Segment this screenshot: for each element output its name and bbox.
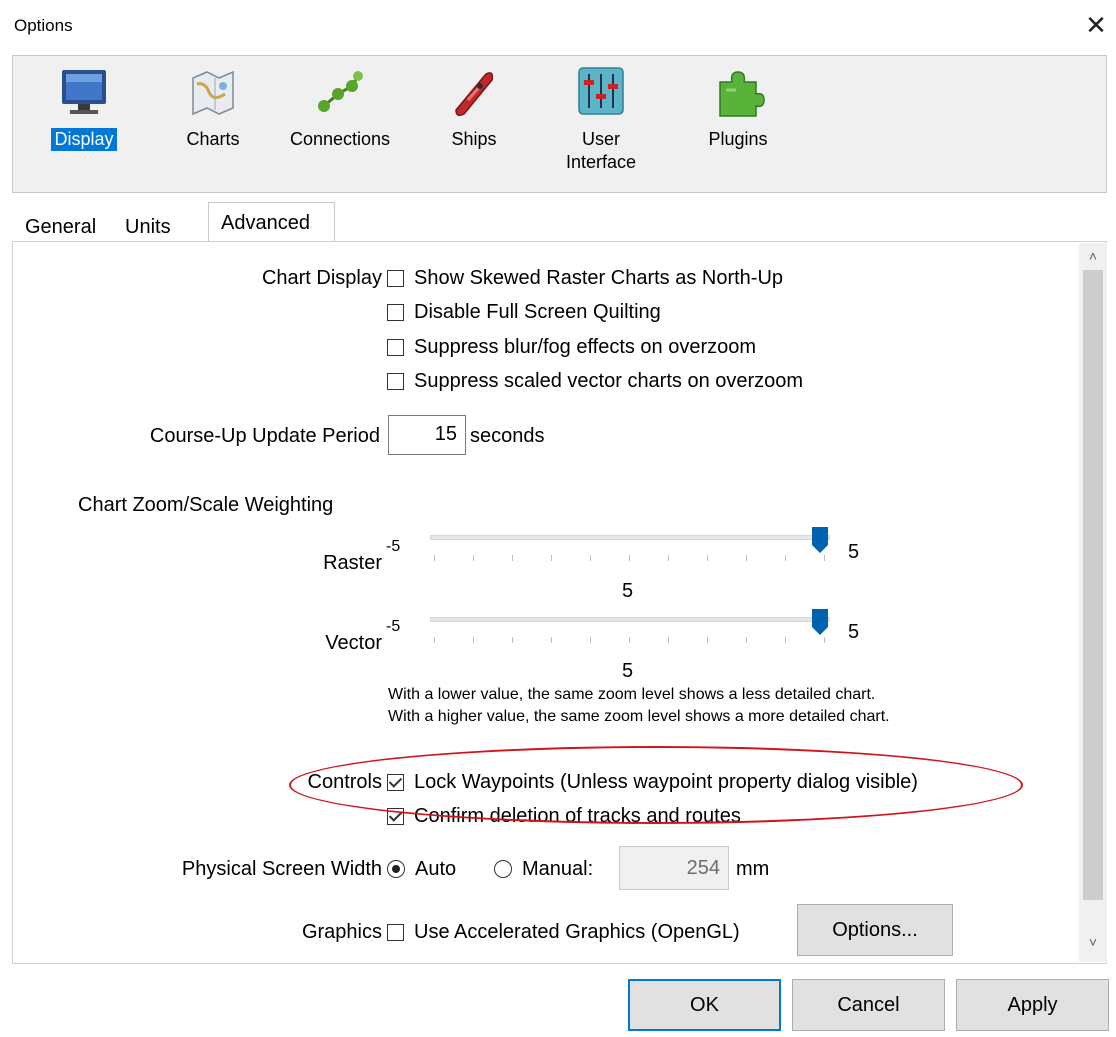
toolbar-item-display[interactable]: Display <box>39 64 129 151</box>
toolbar-item-plugins[interactable]: Plugins <box>693 64 783 151</box>
toolbar-item-label: Charts <box>186 129 240 149</box>
slider-tick <box>629 555 630 561</box>
raster-label: Raster <box>323 552 382 574</box>
vector-label: Vector <box>325 632 382 654</box>
raster-value: 5 <box>622 580 634 602</box>
slider-tick <box>434 555 435 561</box>
screen-width-label: Physical Screen Width <box>181 858 382 880</box>
zoom-weighting-heading: Chart Zoom/Scale Weighting <box>78 494 334 516</box>
slider-tick <box>551 637 552 643</box>
slider-tick <box>707 555 708 561</box>
vector-min-label: -5 <box>386 618 401 635</box>
radio-auto-label: Auto <box>415 858 457 880</box>
screen-width-unit: mm <box>736 858 770 880</box>
opengl-label: Use Accelerated Graphics (OpenGL) <box>414 921 740 943</box>
slider-tick <box>473 555 474 561</box>
radio-screen-width-auto[interactable] <box>387 860 405 878</box>
slider-tick <box>629 637 630 643</box>
toolbar-item-label: User Interface <box>565 129 637 172</box>
graphics-label: Graphics <box>301 921 382 943</box>
toolbar-item-user-interface[interactable]: User Interface <box>551 64 651 174</box>
slider-tick <box>590 637 591 643</box>
vector-value: 5 <box>622 660 634 682</box>
vector-slider-track[interactable] <box>430 617 830 622</box>
slider-tick <box>551 555 552 561</box>
chart-map-icon <box>192 70 234 116</box>
course-up-unit: seconds <box>470 425 545 447</box>
ship-icon <box>455 72 494 117</box>
option-label: Suppress scaled vector charts on overzoo… <box>414 370 804 392</box>
zoom-help-line-1: With a lower value, the same zoom level … <box>388 686 876 703</box>
slider-tick <box>824 637 825 643</box>
tab-general[interactable]: General <box>25 216 96 239</box>
radio-screen-width-manual[interactable] <box>494 860 512 878</box>
option-label: Disable Full Screen Quilting <box>414 301 661 323</box>
radio-manual-label: Manual: <box>522 858 594 880</box>
slider-tick <box>473 637 474 643</box>
toolbar-item-ships[interactable]: Ships <box>439 64 509 151</box>
puzzle-icon <box>719 71 765 117</box>
slider-tick <box>707 637 708 643</box>
toolbar-item-label: Display <box>51 128 117 151</box>
course-up-period-input[interactable]: 15 <box>388 415 466 455</box>
slider-tick <box>590 555 591 561</box>
graphics-options-button[interactable]: Options... <box>797 904 953 956</box>
monitor-icon <box>62 70 106 114</box>
slider-tick <box>785 637 786 643</box>
scrollbar-thumb[interactable] <box>1083 270 1103 900</box>
option-label: Suppress blur/fog effects on overzoom <box>414 336 757 358</box>
window-title: Options <box>14 16 73 35</box>
toolbar-item-connections[interactable]: Connections <box>279 64 401 151</box>
vector-slider-thumb[interactable] <box>812 609 828 635</box>
cancel-button[interactable]: Cancel <box>792 979 945 1031</box>
course-up-label: Course-Up Update Period <box>149 425 380 447</box>
slider-tick <box>746 555 747 561</box>
sliders-icon <box>578 67 624 115</box>
checkbox-disable-quilting[interactable] <box>387 304 404 321</box>
tab-units[interactable]: Units <box>125 216 171 239</box>
raster-slider-thumb[interactable] <box>812 527 828 553</box>
checkbox-suppress-blur[interactable] <box>387 339 404 356</box>
slider-tick <box>668 637 669 643</box>
slider-tick <box>512 555 513 561</box>
slider-tick <box>512 637 513 643</box>
connections-icon <box>318 71 363 112</box>
toolbar-item-label: Connections <box>289 129 391 149</box>
chart-display-label: Chart Display <box>261 267 382 289</box>
toolbar-item-label: Plugins <box>708 129 768 149</box>
slider-tick <box>824 555 825 561</box>
vector-max-label: 5 <box>848 621 860 643</box>
zoom-help-line-2: With a higher value, the same zoom level… <box>388 708 890 725</box>
scroll-up-icon[interactable]: ˄ <box>1081 248 1105 268</box>
checkbox-north-up[interactable] <box>387 270 404 287</box>
raster-slider-track[interactable] <box>430 535 830 540</box>
toolbar-item-charts[interactable]: Charts <box>173 64 253 151</box>
slider-tick <box>785 555 786 561</box>
apply-button[interactable]: Apply <box>956 979 1109 1031</box>
raster-min-label: -5 <box>386 538 401 555</box>
checkbox-suppress-scaled-vector[interactable] <box>387 373 404 390</box>
highlight-annotation-oval <box>289 746 1023 824</box>
raster-max-label: 5 <box>848 541 860 563</box>
screen-width-input[interactable]: 254 <box>619 846 729 890</box>
category-toolbar: Display Charts Connections Ships User In… <box>12 55 1107 193</box>
scroll-down-icon[interactable]: ˅ <box>1081 934 1105 954</box>
ok-button[interactable]: OK <box>628 979 781 1031</box>
slider-tick <box>746 637 747 643</box>
option-label: Show Skewed Raster Charts as North-Up <box>414 267 784 289</box>
slider-tick <box>434 637 435 643</box>
title-bar <box>0 0 1116 52</box>
toolbar-item-label: Ships <box>451 129 497 149</box>
close-icon[interactable]: ✕ <box>1079 8 1113 42</box>
checkbox-opengl[interactable] <box>387 924 404 941</box>
tab-advanced[interactable]: Advanced <box>221 212 310 235</box>
slider-tick <box>668 555 669 561</box>
